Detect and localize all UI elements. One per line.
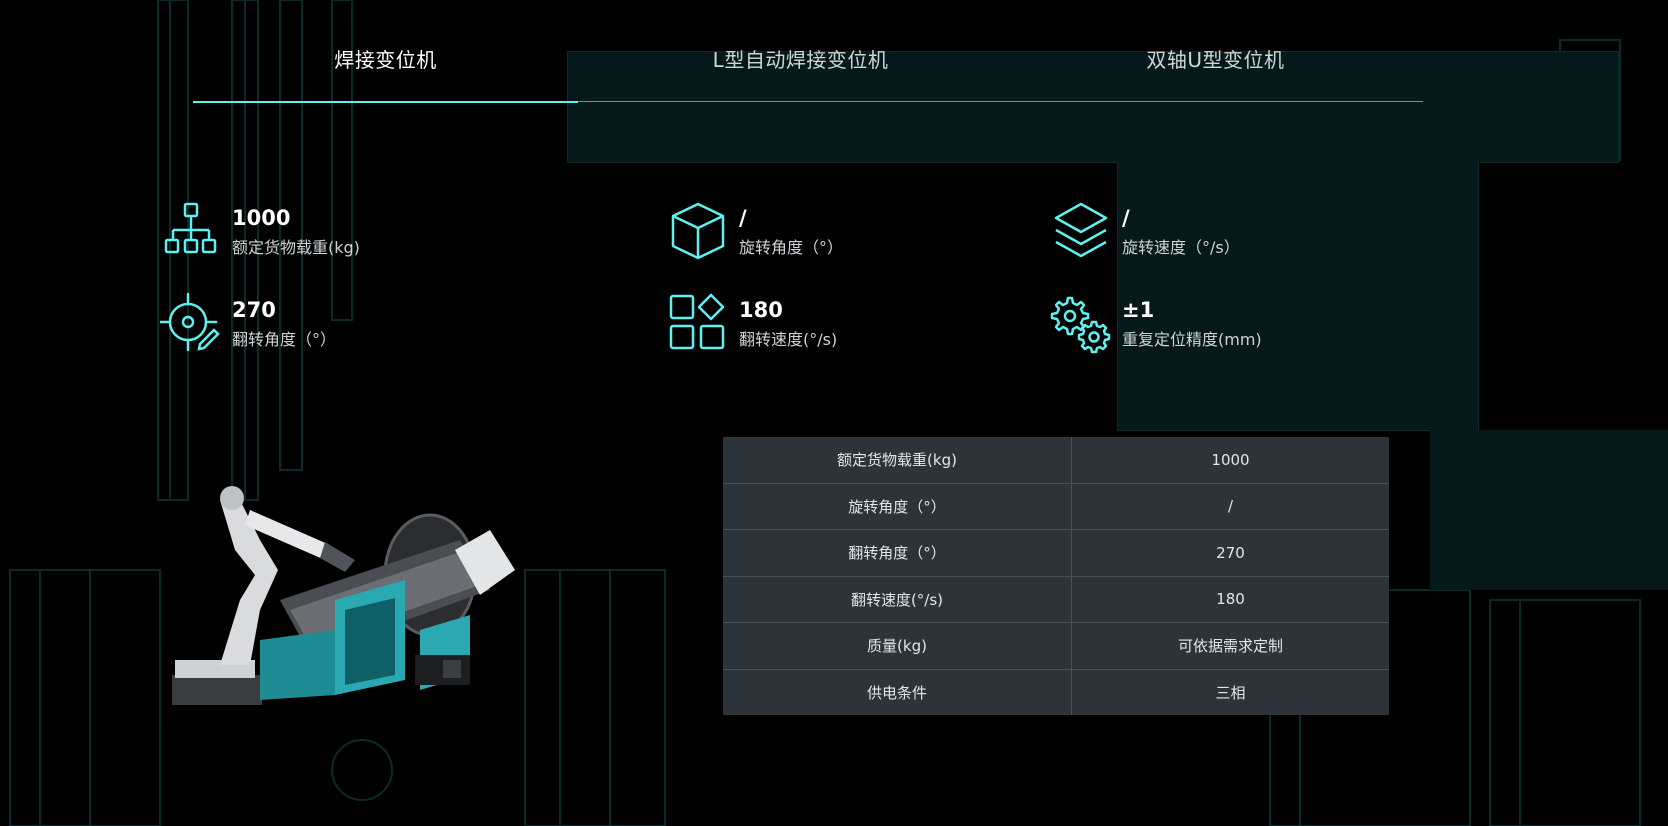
gears-icon <box>1050 292 1112 354</box>
table-row: 额定货物载重(kg) 1000 <box>723 437 1389 483</box>
table-value: 可依据需求定制 <box>1071 622 1389 669</box>
table-row: 翻转角度（°） 270 <box>723 529 1389 576</box>
spec-value: / <box>739 206 747 230</box>
cube-icon <box>667 200 729 262</box>
spec-flip-angle: 270 翻转角度（°） <box>160 292 490 356</box>
hierarchy-icon <box>160 200 222 262</box>
spec-value: 180 <box>739 298 783 322</box>
spec-label: 旋转角度（°） <box>739 238 844 257</box>
product-tabs: 焊接变位机 L型自动焊接变位机 双轴U型变位机 <box>193 30 1423 103</box>
spec-value: 1000 <box>232 206 291 230</box>
spec-label: 旋转速度（°/s） <box>1122 238 1240 257</box>
spec-label: 翻转速度(°/s) <box>739 330 838 349</box>
table-value: 180 <box>1071 575 1389 623</box>
tab-dual-axis-u-positioner[interactable]: 双轴U型变位机 <box>1023 44 1408 102</box>
tab-label: 焊接变位机 <box>334 48 437 72</box>
tab-l-type-positioner[interactable]: L型自动焊接变位机 <box>608 44 993 102</box>
table-value: / <box>1071 482 1389 530</box>
table-key: 翻转速度(°/s) <box>723 575 1072 623</box>
table-value: 1000 <box>1211 450 1250 469</box>
spec-value: ±1 <box>1122 298 1155 322</box>
target-edit-icon <box>160 292 222 354</box>
product-page: 焊接变位机 L型自动焊接变位机 双轴U型变位机 1000 额定货物载重(kg) … <box>0 0 1668 826</box>
spec-rotation-speed: / 旋转速度（°/s） <box>1050 200 1380 264</box>
layers-icon <box>1050 200 1112 262</box>
table-value: 270 <box>1071 529 1389 576</box>
table-value: 三相 <box>1071 668 1389 715</box>
table-key: 翻转角度（°） <box>723 529 1072 576</box>
table-row: 旋转角度（°） / <box>723 482 1389 530</box>
spec-label: 重复定位精度(mm) <box>1122 330 1262 349</box>
spec-table: 额定货物载重(kg) 1000 旋转角度（°） / 翻转角度（°） 270 翻转… <box>723 437 1389 715</box>
table-key: 额定货物载重(kg) <box>723 437 1072 483</box>
table-row: 供电条件 三相 <box>723 668 1389 715</box>
table-row: 翻转速度(°/s) 180 <box>723 575 1389 623</box>
grid-shapes-icon <box>667 292 729 354</box>
tab-label: 双轴U型变位机 <box>1146 48 1285 72</box>
spec-flip-speed: 180 翻转速度(°/s) <box>667 292 997 356</box>
spec-rotation-angle: / 旋转角度（°） <box>667 200 997 264</box>
spec-label: 额定货物载重(kg) <box>232 238 360 257</box>
table-key: 质量(kg) <box>723 622 1072 669</box>
spec-value: / <box>1122 206 1130 230</box>
spec-label: 翻转角度（°） <box>232 330 337 349</box>
tab-active-indicator <box>193 101 578 103</box>
table-row: 质量(kg) 可依据需求定制 <box>723 622 1389 669</box>
spec-value: 270 <box>232 298 276 322</box>
product-image <box>160 480 530 720</box>
table-key: 供电条件 <box>723 668 1072 715</box>
tab-welding-positioner[interactable]: 焊接变位机 <box>193 44 578 103</box>
spec-load-capacity: 1000 额定货物载重(kg) <box>160 200 490 264</box>
table-key: 旋转角度（°） <box>723 482 1072 530</box>
spec-repeat-accuracy: ±1 重复定位精度(mm) <box>1050 292 1380 356</box>
tab-label: L型自动焊接变位机 <box>712 48 889 72</box>
